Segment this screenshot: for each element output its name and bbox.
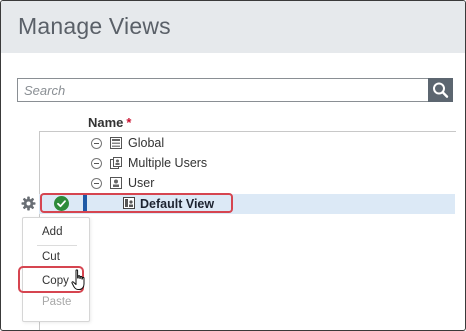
manage-views-window: Manage Views Name* Global Mu xyxy=(0,0,466,331)
tree-item-label: User xyxy=(128,176,155,190)
hand-pointer-icon xyxy=(71,269,85,290)
gear-icon[interactable] xyxy=(21,196,36,211)
search-button[interactable] xyxy=(428,78,453,102)
search-icon xyxy=(433,82,449,98)
collapse-icon[interactable] xyxy=(91,137,102,149)
global-views-icon xyxy=(110,137,122,149)
title-bar: Manage Views xyxy=(1,1,465,53)
tree-item-multiple-users[interactable]: Multiple Users xyxy=(91,154,207,172)
name-column-label: Name xyxy=(88,115,124,130)
menu-separator xyxy=(37,245,77,246)
collapse-icon[interactable] xyxy=(91,177,102,189)
multiple-users-icon xyxy=(110,157,122,169)
menu-item-cut[interactable]: Cut xyxy=(42,251,60,263)
required-marker: * xyxy=(126,115,132,130)
menu-item-add[interactable]: Add xyxy=(42,226,62,238)
tree-item-label: Multiple Users xyxy=(128,156,208,170)
window-title: Manage Views xyxy=(18,13,171,39)
menu-item-paste: Paste xyxy=(42,296,72,308)
user-icon xyxy=(110,177,122,189)
tree-item-user[interactable]: User xyxy=(91,174,154,192)
tree-item-global[interactable]: Global xyxy=(91,134,164,152)
tree-item-label: Global xyxy=(128,136,165,150)
search-input[interactable] xyxy=(17,78,434,102)
highlight-box-default-view xyxy=(40,193,233,213)
collapse-icon[interactable] xyxy=(91,157,102,169)
search-bar xyxy=(17,78,453,102)
name-column-header[interactable]: Name * xyxy=(88,115,131,130)
